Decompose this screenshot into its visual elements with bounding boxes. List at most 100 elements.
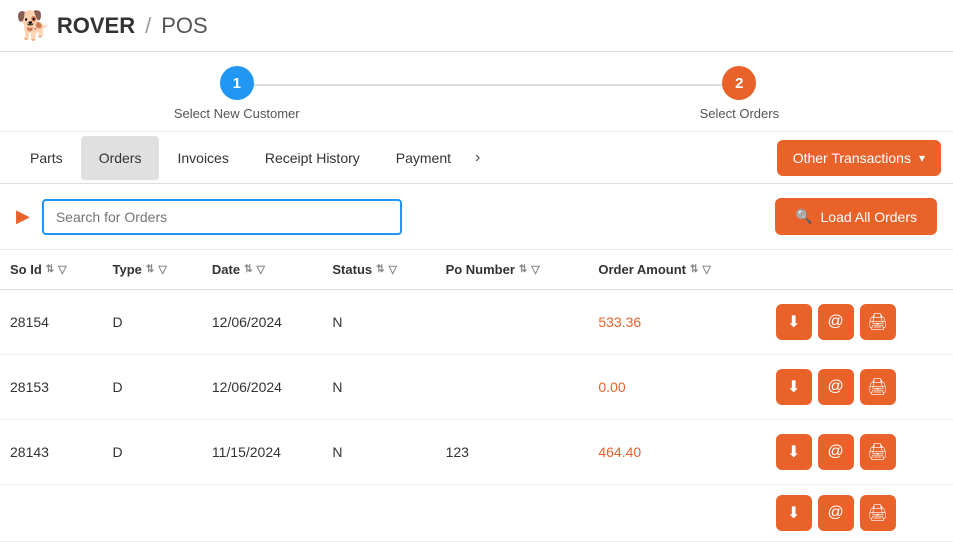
- play-icon[interactable]: ▶: [16, 206, 30, 227]
- cell-so-id: 28153: [0, 355, 103, 420]
- action-buttons: ⬇ @ 🖨: [776, 304, 943, 340]
- step-1-label: Select New Customer: [174, 106, 300, 121]
- email-button[interactable]: @: [818, 304, 854, 340]
- step-2: 2 Select Orders: [700, 66, 779, 121]
- cell-status: N: [322, 290, 435, 355]
- tab-payment[interactable]: Payment: [378, 136, 469, 180]
- cell-order-amount: 0.00: [588, 355, 765, 420]
- header: 🐕 ROVER / POS: [0, 0, 953, 52]
- tabs-bar: Parts Orders Invoices Receipt History Pa…: [0, 132, 953, 184]
- status-sort-icon[interactable]: ⇅: [376, 264, 384, 275]
- search-icon: 🔍: [795, 208, 812, 225]
- col-status: Status ⇅ ▽: [322, 250, 435, 290]
- download-button[interactable]: ⬇: [776, 434, 812, 470]
- cell-po-number: [436, 290, 589, 355]
- cell-order-amount: 464.40: [588, 420, 765, 485]
- cell-order-amount: 533.36: [588, 290, 765, 355]
- print-button[interactable]: 🖨: [860, 304, 896, 340]
- status-filter-icon[interactable]: ▽: [389, 263, 397, 276]
- cell-actions: ⬇ @ 🖨: [766, 290, 953, 355]
- cell-type: D: [103, 420, 202, 485]
- logo: 🐕 ROVER / POS: [16, 9, 208, 42]
- table-body: 28154 D 12/06/2024 N 533.36 ⬇ @ 🖨 28153 …: [0, 290, 953, 542]
- step-1: 1 Select New Customer: [174, 66, 300, 121]
- search-input[interactable]: [42, 199, 402, 235]
- po-filter-icon[interactable]: ▽: [531, 263, 539, 276]
- tab-parts[interactable]: Parts: [12, 136, 81, 180]
- action-buttons: ⬇ @ 🖨: [776, 434, 943, 470]
- search-bar: ▶ 🔍 Load All Orders: [0, 184, 953, 250]
- table-row: 28143 D 11/15/2024 N 123 464.40 ⬇ @ 🖨: [0, 420, 953, 485]
- cell-date-partial: [202, 485, 323, 542]
- cell-actions: ⬇ @ 🖨: [766, 355, 953, 420]
- stepper-items: 1 Select New Customer 2 Select Orders: [174, 66, 779, 121]
- cell-po-partial: [436, 485, 589, 542]
- amount-filter-icon[interactable]: ▽: [702, 263, 710, 276]
- cell-amount-partial: [588, 485, 765, 542]
- cell-type: D: [103, 290, 202, 355]
- cell-date: 12/06/2024: [202, 290, 323, 355]
- logo-icon: 🐕: [16, 9, 51, 42]
- tab-more-button[interactable]: ›: [469, 139, 486, 177]
- so-id-filter-icon[interactable]: ▽: [58, 263, 66, 276]
- email-button[interactable]: @: [818, 434, 854, 470]
- cell-po-number: 123: [436, 420, 589, 485]
- type-filter-icon[interactable]: ▽: [158, 263, 166, 276]
- search-input-wrap: [42, 199, 402, 235]
- cell-so-id: 28143: [0, 420, 103, 485]
- col-date: Date ⇅ ▽: [202, 250, 323, 290]
- logo-text: ROVER: [57, 13, 135, 39]
- col-actions: [766, 250, 953, 290]
- col-po-number: Po Number ⇅ ▽: [436, 250, 589, 290]
- so-id-sort-icon[interactable]: ⇅: [46, 264, 54, 275]
- download-button[interactable]: ⬇: [776, 304, 812, 340]
- print-button[interactable]: 🖨: [860, 434, 896, 470]
- cell-status-partial: [322, 485, 435, 542]
- tabs-right: Other Transactions ▾: [777, 140, 941, 176]
- email-button-partial[interactable]: @: [818, 495, 854, 531]
- download-button[interactable]: ⬇: [776, 369, 812, 405]
- cell-actions: ⬇ @ 🖨: [766, 420, 953, 485]
- cell-so-id: 28154: [0, 290, 103, 355]
- cell-status: N: [322, 355, 435, 420]
- col-so-id: So Id ⇅ ▽: [0, 250, 103, 290]
- date-sort-icon[interactable]: ⇅: [244, 264, 252, 275]
- other-transactions-button[interactable]: Other Transactions ▾: [777, 140, 941, 176]
- print-button-partial[interactable]: 🖨: [860, 495, 896, 531]
- cell-status: N: [322, 420, 435, 485]
- tab-invoices[interactable]: Invoices: [159, 136, 246, 180]
- step-2-label: Select Orders: [700, 106, 779, 121]
- cell-type-partial: [103, 485, 202, 542]
- stepper: 1 Select New Customer 2 Select Orders: [0, 52, 953, 132]
- chevron-down-icon: ▾: [919, 151, 925, 165]
- date-filter-icon[interactable]: ▽: [256, 263, 264, 276]
- action-buttons-partial: ⬇ @ 🖨: [776, 495, 943, 531]
- amount-sort-icon[interactable]: ⇅: [690, 264, 698, 275]
- table-header: So Id ⇅ ▽ Type ⇅ ▽ Date ⇅: [0, 250, 953, 290]
- col-order-amount: Order Amount ⇅ ▽: [588, 250, 765, 290]
- table-row: 28154 D 12/06/2024 N 533.36 ⬇ @ 🖨: [0, 290, 953, 355]
- table-wrap: So Id ⇅ ▽ Type ⇅ ▽ Date ⇅: [0, 250, 953, 542]
- cell-actions-partial: ⬇ @ 🖨: [766, 485, 953, 542]
- type-sort-icon[interactable]: ⇅: [146, 264, 154, 275]
- step-1-circle: 1: [220, 66, 254, 100]
- load-all-orders-label: Load All Orders: [821, 209, 918, 225]
- email-button[interactable]: @: [818, 369, 854, 405]
- cell-date: 11/15/2024: [202, 420, 323, 485]
- other-transactions-label: Other Transactions: [793, 150, 911, 166]
- print-button[interactable]: 🖨: [860, 369, 896, 405]
- step-2-circle: 2: [722, 66, 756, 100]
- table-row-partial: ⬇ @ 🖨: [0, 485, 953, 542]
- po-sort-icon[interactable]: ⇅: [519, 264, 527, 275]
- cell-po-number: [436, 355, 589, 420]
- tab-receipt-history[interactable]: Receipt History: [247, 136, 378, 180]
- logo-separator: /: [145, 13, 151, 39]
- load-all-orders-button[interactable]: 🔍 Load All Orders: [775, 198, 937, 235]
- cell-so-id-partial: [0, 485, 103, 542]
- cell-date: 12/06/2024: [202, 355, 323, 420]
- cell-type: D: [103, 355, 202, 420]
- tab-orders[interactable]: Orders: [81, 136, 160, 180]
- action-buttons: ⬇ @ 🖨: [776, 369, 943, 405]
- table-row: 28153 D 12/06/2024 N 0.00 ⬇ @ 🖨: [0, 355, 953, 420]
- download-button-partial[interactable]: ⬇: [776, 495, 812, 531]
